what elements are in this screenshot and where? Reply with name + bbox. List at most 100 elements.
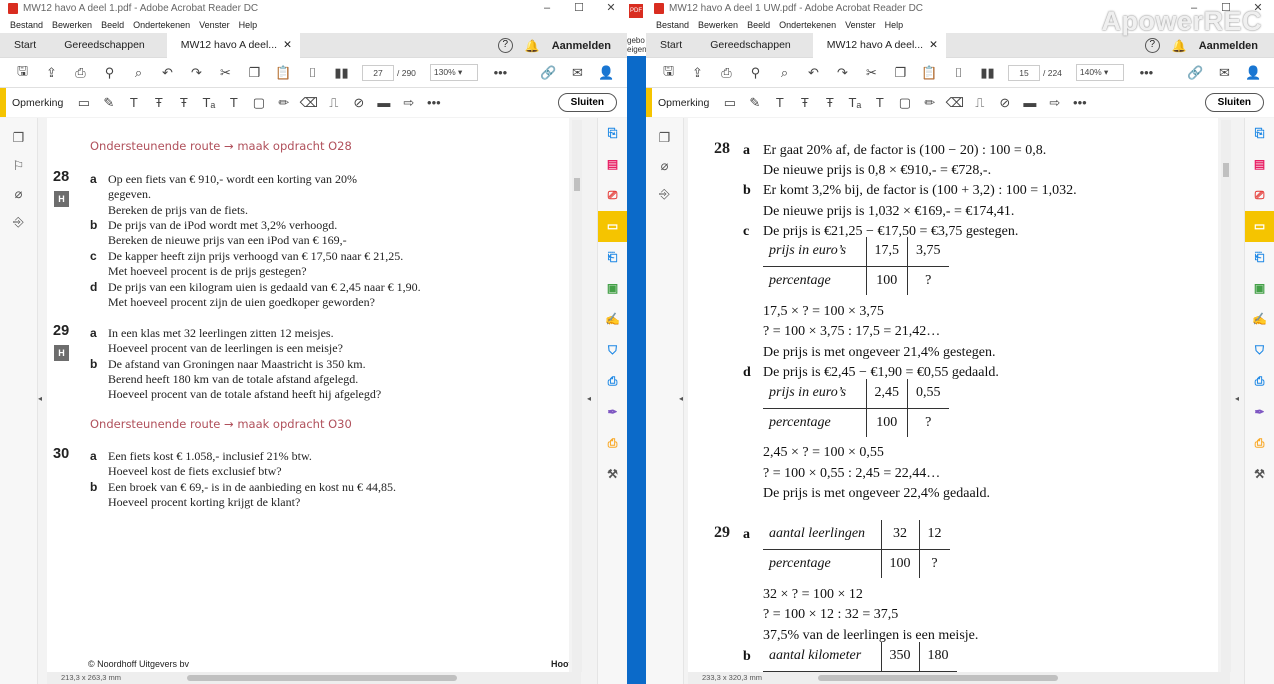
send-review-icon[interactable]: ⎙ (598, 428, 627, 459)
more-comment-icon[interactable]: ••• (421, 95, 446, 110)
user-add-icon[interactable]: 👤 (1239, 65, 1268, 81)
edit-pdf-icon[interactable]: ⎚ (1245, 180, 1274, 211)
pencil-icon[interactable]: ✏ (271, 95, 296, 111)
page-number-input[interactable]: 15 (1008, 64, 1040, 81)
more-comment-icon[interactable]: ••• (1067, 95, 1092, 110)
organize-pages-icon[interactable]: ▣ (1245, 273, 1274, 304)
line-icon[interactable]: ▬ (1017, 95, 1042, 110)
add-text-icon[interactable]: T (867, 95, 892, 110)
clipboard-icon[interactable]: 📋 (269, 65, 298, 81)
protect-icon[interactable]: ⛉ (1245, 335, 1274, 366)
print-icon[interactable]: ⎙ (66, 65, 95, 81)
more-tools-icon[interactable]: ⚒ (598, 459, 627, 490)
arrow-icon[interactable]: ⇨ (1042, 95, 1067, 111)
more-icon[interactable]: ••• (486, 65, 515, 80)
tab-start[interactable]: Start (0, 39, 50, 51)
export-pdf-icon[interactable]: ⎘ (598, 118, 627, 149)
attach-icon[interactable]: ⊘ (992, 95, 1017, 111)
horizontal-scrollbar[interactable]: 233,3 x 320,3 mm (688, 672, 1230, 684)
menu-bestand[interactable]: Bestand (10, 20, 43, 30)
close-comment-button[interactable]: Sluiten (1204, 93, 1264, 112)
add-text-icon[interactable]: T (221, 95, 246, 110)
vertical-scrollbar[interactable] (572, 120, 582, 672)
upload-icon[interactable]: ⇪ (683, 65, 712, 81)
help-icon[interactable]: ? (497, 38, 513, 53)
highlight-icon[interactable]: ✎ (742, 95, 767, 111)
bookmark-icon[interactable]: ⚐ (0, 158, 37, 174)
zoom-select[interactable]: 140% ▾ (1075, 64, 1124, 81)
menu-beeld[interactable]: Beeld (101, 20, 124, 30)
minimize-icon[interactable]: – (531, 0, 563, 17)
cut-icon[interactable]: ✂ (211, 65, 240, 81)
menu-ondertekenen[interactable]: Ondertekenen (133, 20, 190, 30)
scroll-thumb[interactable] (1223, 163, 1229, 177)
search-icon[interactable]: ⚲ (741, 65, 770, 81)
upload-icon[interactable]: ⇪ (37, 65, 66, 81)
fill-sign-icon[interactable]: ✍ (598, 304, 627, 335)
menu-bewerken[interactable]: Bewerken (698, 20, 738, 30)
tab-tools[interactable]: Gereedschappen (696, 39, 805, 51)
help-icon[interactable]: ? (1144, 38, 1160, 53)
tab-close-icon[interactable]: ✕ (283, 39, 292, 51)
redo-icon[interactable]: ↷ (182, 65, 211, 81)
eraser-icon[interactable]: ⌫ (942, 95, 967, 111)
insert-text-icon[interactable]: Tₐ (196, 95, 221, 110)
undo-icon[interactable]: ↶ (799, 65, 828, 81)
enhance-scan-icon[interactable]: ⎙ (598, 366, 627, 397)
login-button[interactable]: Aanmelden (552, 40, 611, 52)
link-icon[interactable]: 🔗 (534, 65, 563, 81)
replace-text-icon[interactable]: Ŧ (817, 95, 842, 110)
page-view-icon[interactable]: ▮▮ (973, 65, 1002, 81)
menu-beeld[interactable]: Beeld (747, 20, 770, 30)
edit-pdf-icon[interactable]: ⎚ (598, 180, 627, 211)
pages-icon[interactable]: ❐ (0, 130, 37, 146)
text-underline-icon[interactable]: T (121, 95, 146, 110)
save-icon[interactable]: 🖫 (8, 62, 37, 84)
page-view-icon[interactable]: ▮▮ (327, 65, 356, 81)
export-pdf-icon[interactable]: ⎘ (1245, 118, 1274, 149)
text-underline-icon[interactable]: T (767, 95, 792, 110)
collapse-right-icon[interactable]: ◂ (1235, 394, 1239, 403)
search-icon[interactable]: ⚲ (95, 65, 124, 81)
menu-help[interactable]: Help (885, 20, 904, 30)
mail-icon[interactable]: ✉ (1210, 65, 1239, 81)
collapse-left-icon[interactable]: ◂ (679, 394, 683, 403)
zoom-select[interactable]: 130% ▾ (429, 64, 478, 81)
menu-bewerken[interactable]: Bewerken (52, 20, 92, 30)
signature-panel-icon[interactable]: ⎆ (0, 214, 37, 230)
protect-icon[interactable]: ⛉ (598, 335, 627, 366)
bell-icon[interactable]: 🔔 (1172, 39, 1187, 53)
sign-icon[interactable]: ✒ (598, 397, 627, 428)
clipboard-icon[interactable]: 📋 (915, 65, 944, 81)
signature-panel-icon[interactable]: ⎆ (646, 186, 683, 202)
support-route-link[interactable]: Ondersteunende route → maak opdracht O30 (90, 417, 352, 431)
attach-icon[interactable]: ⊘ (346, 95, 371, 111)
horizontal-scrollbar[interactable]: 213,3 x 263,3 mm (47, 672, 581, 684)
enhance-scan-icon[interactable]: ⎙ (1245, 366, 1274, 397)
tab-start[interactable]: Start (646, 39, 696, 51)
attachment-icon[interactable]: ⌀ (646, 158, 683, 174)
maximize-icon[interactable]: ☐ (563, 0, 595, 17)
scroll-thumb[interactable] (574, 178, 580, 191)
eraser-icon[interactable]: ⌫ (296, 95, 321, 111)
collapse-right-icon[interactable]: ◂ (587, 394, 591, 403)
link-icon[interactable]: 🔗 (1181, 65, 1210, 81)
close-icon[interactable]: ✕ (595, 0, 627, 17)
save-icon[interactable]: 🖫 (654, 62, 683, 84)
support-route-link[interactable]: Ondersteunende route → maak opdracht O28 (90, 139, 352, 153)
comment-tool-icon[interactable]: ▭ (1245, 211, 1274, 242)
menu-help[interactable]: Help (239, 20, 258, 30)
pdf-desktop-icon[interactable]: PDF (629, 4, 643, 18)
login-button[interactable]: Aanmelden (1199, 40, 1258, 52)
replace-text-icon[interactable]: Ŧ (171, 95, 196, 110)
strikethrough-icon[interactable]: Ŧ (792, 95, 817, 110)
line-icon[interactable]: ▬ (371, 95, 396, 110)
tab-tools[interactable]: Gereedschappen (50, 39, 159, 51)
organize-pages-icon[interactable]: ▣ (598, 273, 627, 304)
more-tools-icon[interactable]: ⚒ (1245, 459, 1274, 490)
camera-icon[interactable]: ⌷ (298, 65, 327, 81)
scan-icon[interactable]: ⌕ (124, 65, 153, 81)
send-review-icon[interactable]: ⎙ (1245, 428, 1274, 459)
menu-venster[interactable]: Venster (199, 20, 230, 30)
arrow-icon[interactable]: ⇨ (396, 95, 421, 111)
